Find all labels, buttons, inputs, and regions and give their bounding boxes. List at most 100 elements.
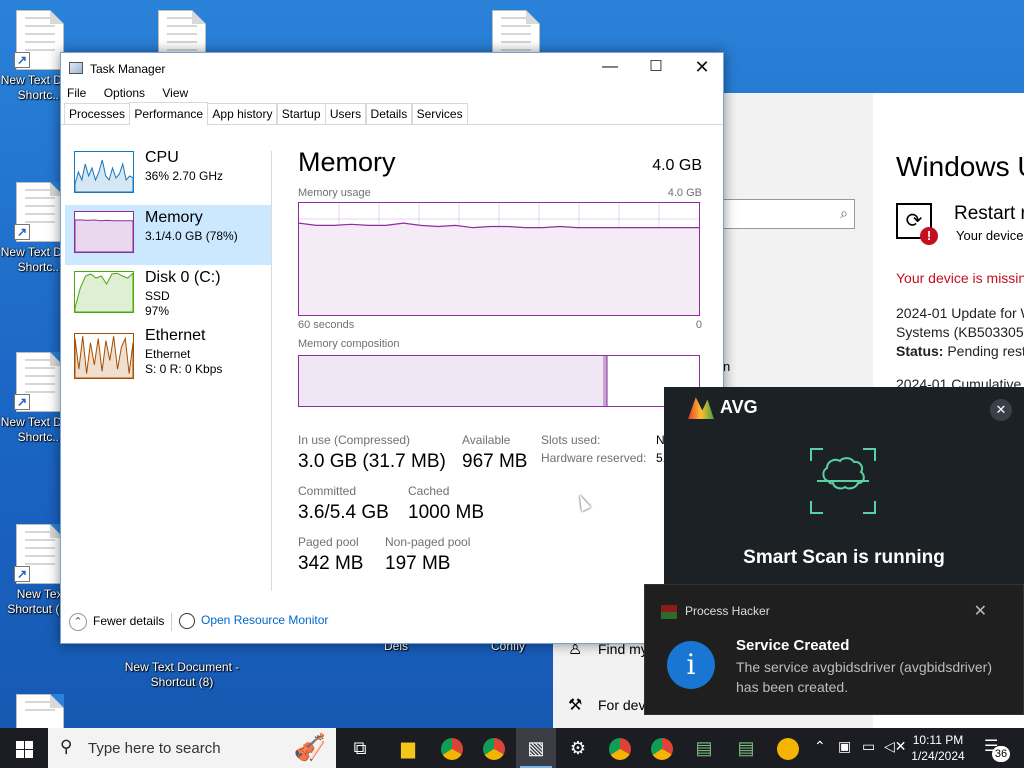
avg-tray-app-icon[interactable] [768,728,808,768]
tab-processes[interactable]: Processes [64,103,131,124]
sidebar-item-label: Memory [145,209,203,226]
status-value: Pending resta [947,343,1024,359]
toast-close-button[interactable]: ✕ [974,601,987,621]
fewer-details-label: Fewer details [93,614,165,629]
document-icon [16,694,64,728]
process-hacker-taskbar-icon[interactable]: ▤ [684,728,724,768]
restart-required-icon: ⟳! [896,203,938,245]
footer-bar: ⌃ Fewer details Open Resource Monitor [61,601,723,641]
scan-status: Smart Scan is running [743,547,945,568]
tab-services[interactable]: Services [411,103,468,124]
process-hacker-second-icon[interactable]: ▤ [726,728,766,768]
search-highlight-icon: 🎻 [293,732,326,762]
tab-users[interactable]: Users [324,103,367,124]
thumbnail-series [75,220,133,252]
desktop-icon-text-shortcut[interactable] [0,694,80,728]
available-label: Available [462,433,511,447]
avg-logo: AVG [688,397,758,420]
maximize-button[interactable]: ☐ [633,53,679,83]
notification-toast[interactable]: Process Hacker ✕ i Service Created The s… [644,584,1024,715]
update-item: 2024-01 Update for W Systems (KB5033052)… [896,304,1024,361]
search-placeholder: Type here to search [88,740,221,757]
available-value: 967 MB [462,451,528,472]
tab-startup[interactable]: Startup [276,103,326,124]
window-title: Task Manager [90,62,166,76]
paged-pool-label: Paged pool [298,535,359,549]
network-icon[interactable]: ▭ [862,738,875,755]
open-resource-monitor-link[interactable]: Open Resource Monitor [179,613,328,629]
composition-modified [603,356,607,406]
chrome-profile-icon[interactable] [474,728,514,768]
restart-subtitle: Your device [956,228,1024,243]
nav-for-developers[interactable]: ⚒ For dev [568,695,645,715]
graph-axis-end: 0 [695,319,702,331]
shortcut-arrow-icon: ↗ [14,566,30,582]
restart-title: Restart r [954,203,1024,224]
taskbar: ⚲ Type here to search 🎻 ⧉ ▆ ▧ ⚙ ▤ ▤ ⌃ ▣ … [0,728,1024,768]
search-icon: ⌕ [840,205,848,221]
chrome-d-icon[interactable] [600,728,640,768]
chevron-up-icon: ⌃ [69,613,87,631]
chrome-user-icon[interactable] [432,728,472,768]
task-manager-icon [69,62,83,74]
ethernet-thumbnail-graph [74,333,134,379]
task-manager-window: Task Manager — ☐ ✕ File Options View Pro… [60,52,724,644]
toast-body: The service avgbidsdriver (avgbidsdriver… [736,659,992,695]
file-explorer-icon[interactable]: ▆ [388,728,428,768]
sidebar-item-disk[interactable]: Disk 0 (C:) SSD 97% [65,265,271,325]
task-view-icon[interactable]: ⧉ [340,728,380,768]
sidebar-item-memory[interactable]: Memory 3.1/4.0 GB (78%) [65,205,271,265]
chrome-b-icon[interactable] [642,728,682,768]
avg-close-button[interactable]: ✕ [990,399,1012,421]
menu-bar: File Options View [61,83,723,103]
windows-logo-icon [16,741,24,749]
thumbnail-series [75,273,133,312]
close-button[interactable]: ✕ [679,53,725,83]
settings-search-box[interactable]: ⌕ [723,199,855,229]
sidebar-item-ethernet[interactable]: Ethernet Ethernet S: 0 R: 0 Kbps [65,325,271,391]
sidebar-item-cpu[interactable]: CPU 36% 2.70 GHz [65,145,271,205]
clock-time: 10:11 PM [912,733,964,747]
sidebar-item-label: Disk 0 (C:) [145,269,221,286]
total-capacity: 4.0 GB [652,157,702,174]
missing-updates-warning: Your device is missing [896,270,1024,286]
memory-composition-bar [298,355,700,407]
tray-chevron-up-icon[interactable]: ⌃ [814,738,826,755]
thumbnail-series [75,160,133,192]
committed-label: Committed [298,484,357,498]
tray-process-icon[interactable]: ▣ [838,738,851,755]
menu-view[interactable]: View [162,86,188,100]
usage-area [299,223,699,315]
tab-app-history[interactable]: App history [207,103,278,124]
page-title: Windows U [896,151,1024,182]
desktop-icon-text-shortcut[interactable]: New Text Document - Shortcut (8) [124,636,240,690]
menu-options[interactable]: Options [104,86,145,100]
hardware-reserved-label: Hardware reserved: [541,451,647,465]
developer-tools-icon: ⚒ [568,697,583,714]
taskbar-search[interactable]: ⚲ Type here to search 🎻 [48,728,336,768]
usage-graph-max: 4.0 GB [667,187,702,199]
notification-count: 36 [992,746,1010,762]
performance-sidebar: CPU 36% 2.70 GHz Memory 3.1/4.0 GB (78%)… [65,145,271,595]
fewer-details-button[interactable]: ⌃ Fewer details [69,613,164,631]
update-title: 2024-01 Update for W [896,305,1024,321]
tab-performance[interactable]: Performance [129,102,209,126]
paged-pool-value: 342 MB [298,553,364,574]
tab-details[interactable]: Details [365,103,413,124]
graph-axis-start: 60 seconds [298,319,355,331]
sidebar-item-detail: SSD 97% [145,289,170,318]
menu-file[interactable]: File [67,86,86,100]
task-manager-taskbar-icon[interactable]: ▧ [516,728,556,768]
status-label: Status: [896,343,944,359]
sidebar-item-label: CPU [145,149,179,166]
title-bar[interactable]: Task Manager — ☐ ✕ [61,53,723,83]
disk-thumbnail-graph [74,271,134,313]
system-clock[interactable]: 10:11 PM 1/24/2024 [904,732,972,764]
minimize-button[interactable]: — [587,53,633,83]
process-hacker-icon [661,605,677,619]
settings-gear-icon[interactable]: ⚙ [558,728,598,768]
memory-usage-graph [298,202,700,316]
start-button[interactable] [0,728,48,768]
memory-thumbnail-graph [74,211,134,253]
notification-center-button[interactable]: ☰ 36 [984,736,1010,762]
